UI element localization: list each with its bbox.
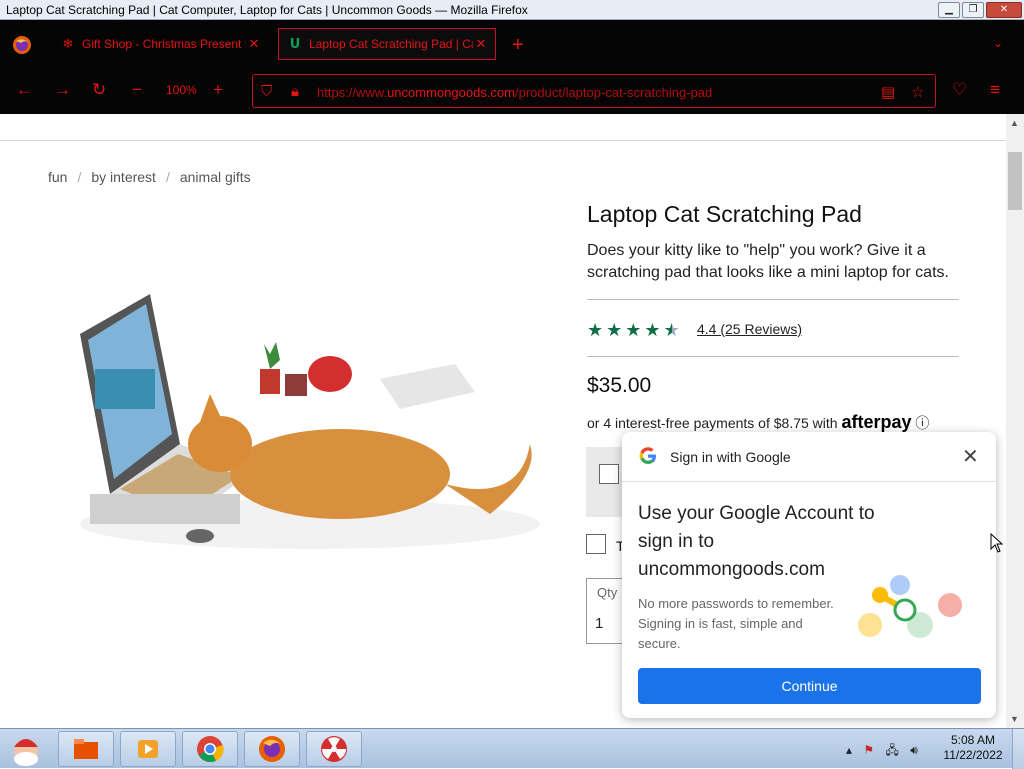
- close-icon[interactable]: ✕: [962, 444, 979, 469]
- network-icon[interactable]: 🖧︎: [885, 743, 898, 757]
- taskbar-file-manager[interactable]: [58, 731, 114, 767]
- start-button[interactable]: [4, 731, 48, 767]
- qty-label: Qty: [597, 585, 618, 600]
- snowflake-icon: ❄: [62, 36, 74, 51]
- product-price: $35.00: [587, 374, 652, 397]
- tab-label: Laptop Cat Scratching Pad | Ca: [309, 37, 473, 51]
- divider: [587, 299, 959, 300]
- clock-time: 5:08 AM: [950, 733, 996, 747]
- tab-bar: ❄ Gift Shop - Christmas Present I ✕ ᑌ La…: [0, 20, 1024, 68]
- minimize-button[interactable]: ▁: [938, 2, 960, 18]
- santa-icon: [14, 739, 38, 766]
- forward-arrow-icon[interactable]: →: [54, 80, 71, 100]
- radiation-icon: [321, 736, 347, 762]
- breadcrumb: fun / by interest / animal gifts: [48, 169, 251, 185]
- reviews-link[interactable]: 4.4 (25 Reviews): [697, 321, 802, 337]
- clock[interactable]: 5:08 AM 11/22/2022: [940, 733, 1006, 763]
- zoom-out-button[interactable]: −: [132, 80, 142, 100]
- popup-title: Sign in with Google: [670, 449, 791, 465]
- media-player-icon: [138, 740, 158, 758]
- clock-date: 11/22/2022: [943, 748, 1003, 762]
- taskbar: ▴ ⚑ 🖧︎ 🔊︎ 5:08 AM 11/22/2022: [0, 728, 1024, 769]
- taskbar-media-player[interactable]: [120, 731, 176, 767]
- product-title: Laptop Cat Scratching Pad: [587, 201, 862, 227]
- popup-body: No more passwords to remember. Signing i…: [638, 596, 834, 651]
- hamburger-menu-icon[interactable]: ≡: [990, 80, 1000, 100]
- url-bar[interactable]: ⛉ 🔒︎ https://www.uncommongoods.com/produ…: [252, 74, 936, 108]
- url-text: https://www.uncommongoods.com/product/la…: [317, 85, 713, 100]
- lock-icon[interactable]: 🔒︎: [291, 83, 299, 100]
- afterpay-logo: afterpay: [841, 412, 912, 432]
- star-icon: ★: [587, 320, 604, 340]
- tab-gift-shop[interactable]: ❄ Gift Shop - Christmas Present I ✕: [52, 28, 268, 60]
- chrome-icon: [197, 736, 224, 763]
- continue-button[interactable]: Continue: [638, 668, 981, 704]
- new-tab-button[interactable]: +: [512, 34, 524, 57]
- star-icon: ★: [625, 320, 642, 340]
- zoom-level[interactable]: 100%: [166, 83, 197, 97]
- taskbar-firefox[interactable]: [244, 731, 300, 767]
- afterpay-info: or 4 interest-free payments of $8.75 wit…: [587, 412, 930, 432]
- shield-icon[interactable]: ⛉: [261, 83, 272, 100]
- nav-bar: ← → ↻ − 100% + ⛉ 🔒︎ https://www.uncommon…: [0, 68, 1024, 114]
- info-icon[interactable]: ⓘ: [915, 415, 929, 431]
- tab-label: Gift Shop - Christmas Present I: [82, 37, 246, 51]
- close-window-button[interactable]: ✕: [986, 2, 1022, 18]
- show-desktop-button[interactable]: [1012, 729, 1024, 769]
- scrollbar-thumb[interactable]: [1008, 152, 1022, 210]
- back-arrow-icon[interactable]: ←: [16, 80, 33, 100]
- taskbar-chrome[interactable]: [182, 731, 238, 767]
- system-tray: ▴ ⚑ 🖧︎ 🔊︎: [846, 741, 918, 762]
- popup-header: Sign in with Google ✕: [622, 432, 996, 482]
- firefox-icon[interactable]: [12, 35, 32, 55]
- half-star-icon: ★: [663, 320, 680, 340]
- google-g-icon: [639, 447, 656, 464]
- star-icon: ★: [644, 320, 661, 340]
- window-title: Laptop Cat Scratching Pad | Cat Computer…: [6, 2, 528, 17]
- option-checkbox[interactable]: [586, 534, 606, 554]
- breadcrumb-animal-gifts[interactable]: animal gifts: [180, 169, 251, 185]
- breadcrumb-fun[interactable]: fun: [48, 169, 67, 185]
- taskbar-radiation-app[interactable]: [306, 731, 362, 767]
- key-illustration: [858, 575, 962, 638]
- tab-close-icon[interactable]: ✕: [246, 36, 262, 52]
- pocket-icon[interactable]: ♡: [952, 80, 967, 100]
- maximize-button[interactable]: ❐: [962, 2, 984, 18]
- google-signin-popup: Sign in with Google ✕ Use your Google Ac…: [622, 432, 996, 718]
- quantity-field[interactable]: Qty 1: [586, 578, 626, 644]
- window-titlebar: Laptop Cat Scratching Pad | Cat Computer…: [0, 0, 1024, 20]
- breadcrumb-by-interest[interactable]: by interest: [91, 169, 156, 185]
- window-controls: ▁ ❐ ✕: [938, 2, 1022, 18]
- bookmark-star-icon[interactable]: ☆: [911, 83, 924, 101]
- reload-icon[interactable]: ↻: [92, 80, 106, 100]
- tab-close-icon[interactable]: ✕: [473, 36, 489, 52]
- tab-laptop-cat[interactable]: ᑌ Laptop Cat Scratching Pad | Ca ✕: [278, 28, 496, 60]
- scroll-down-icon[interactable]: ▼: [1010, 714, 1019, 724]
- zoom-in-button[interactable]: +: [213, 80, 223, 100]
- flag-icon[interactable]: ⚑: [863, 743, 874, 757]
- mouse-cursor-icon: [990, 533, 1004, 553]
- product-description: Does your kitty like to "help" you work?…: [587, 242, 949, 281]
- tab-list-chevron-icon[interactable]: ⌄: [993, 36, 1003, 50]
- tray-expand-icon[interactable]: ▴: [846, 743, 852, 757]
- volume-icon[interactable]: 🔊︎: [910, 743, 918, 757]
- product-image[interactable]: [50, 274, 550, 574]
- rating-stars: ★ ★ ★ ★ ★: [587, 321, 680, 339]
- file-manager-icon: [74, 739, 98, 759]
- reader-view-icon[interactable]: ▤: [881, 83, 895, 101]
- divider: [587, 356, 959, 357]
- header-divider: [0, 140, 1006, 141]
- uncommongoods-icon: ᑌ: [289, 36, 301, 51]
- star-icon: ★: [606, 320, 623, 340]
- qty-value: 1: [595, 615, 604, 632]
- firefox-icon: [259, 736, 285, 762]
- option-checkbox[interactable]: [599, 464, 619, 484]
- scroll-up-icon[interactable]: ▲: [1010, 118, 1019, 128]
